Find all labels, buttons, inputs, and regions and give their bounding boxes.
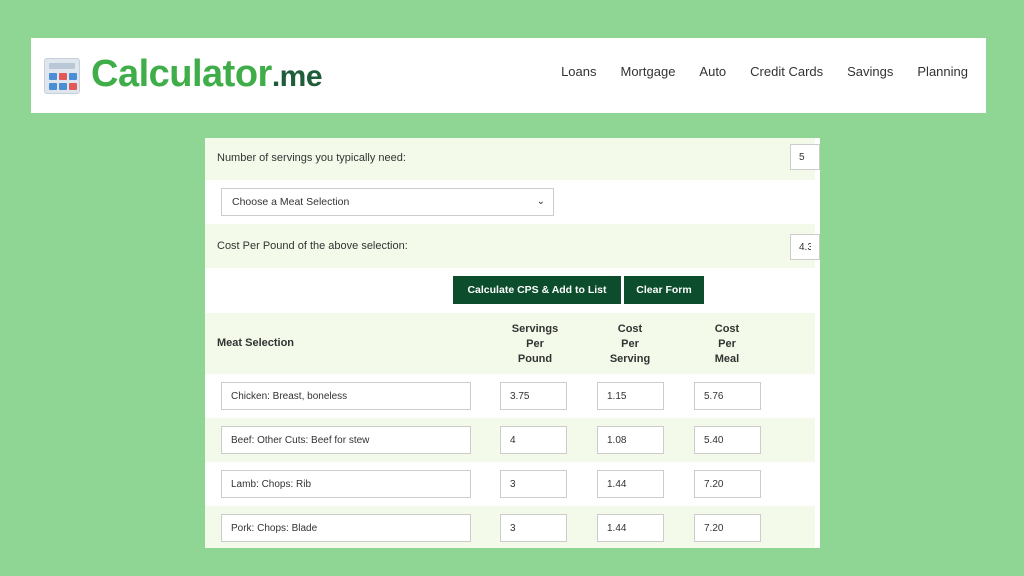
nav-auto[interactable]: Auto (699, 64, 726, 79)
servings-per-pound-cell[interactable] (500, 470, 567, 498)
table-row (205, 506, 815, 548)
cost-per-meal-cell[interactable] (694, 382, 761, 410)
cost-per-meal-cell[interactable] (694, 514, 761, 542)
nav-planning[interactable]: Planning (917, 64, 968, 79)
cost-per-pound-row: Cost Per Pound of the above selection: (205, 224, 820, 268)
clear-form-button[interactable]: Clear Form (624, 276, 704, 304)
action-buttons-row: Calculate CPS & Add to List Clear Form (205, 268, 815, 313)
nav-mortgage[interactable]: Mortgage (621, 64, 676, 79)
site-logo[interactable]: Calculator.me (44, 53, 323, 97)
nav-credit-cards[interactable]: Credit Cards (750, 64, 823, 79)
calculator-icon (44, 57, 80, 94)
header-meat-selection: Meat Selection (217, 337, 295, 349)
cost-per-meal-cell[interactable] (694, 470, 761, 498)
cost-per-serving-cell[interactable] (597, 470, 664, 498)
chevron-down-icon: ⌄ (536, 196, 545, 207)
meat-cell[interactable] (221, 470, 471, 498)
table-header-row: Meat Selection Servings Per Pound Cost P… (205, 313, 815, 374)
servings-per-pound-cell[interactable] (500, 514, 567, 542)
cost-per-serving-cell[interactable] (597, 382, 664, 410)
meat-cell[interactable] (221, 382, 471, 410)
table-row (205, 462, 815, 506)
cost-per-pound-input[interactable] (790, 234, 820, 260)
cost-per-pound-label: Cost Per Pound of the above selection: (217, 240, 408, 252)
table-row (205, 374, 815, 418)
servings-per-pound-cell[interactable] (500, 426, 567, 454)
cost-per-meal-cell[interactable] (694, 426, 761, 454)
meat-selection-value: Choose a Meat Selection (232, 196, 350, 208)
logo-suffix-text: .me (271, 60, 323, 93)
meat-cell[interactable] (221, 514, 471, 542)
meat-selection-dropdown[interactable]: Choose a Meat Selection ⌄ (221, 188, 554, 216)
nav-loans[interactable]: Loans (561, 64, 596, 79)
cost-per-serving-cell[interactable] (597, 426, 664, 454)
header-cost-per-meal: Cost Per Meal (714, 323, 740, 365)
meat-select-row: Choose a Meat Selection ⌄ (205, 180, 815, 224)
nav-savings[interactable]: Savings (847, 64, 893, 79)
site-header: Calculator.me Loans Mortgage Auto Credit… (31, 38, 986, 113)
calculate-add-button[interactable]: Calculate CPS & Add to List (453, 276, 621, 304)
servings-per-pound-cell[interactable] (500, 382, 567, 410)
table-row (205, 418, 815, 462)
meat-cell[interactable] (221, 426, 471, 454)
logo-wordmark: Calculator.me (91, 53, 323, 97)
logo-main-text: Calculator (91, 53, 272, 95)
servings-input[interactable] (790, 144, 820, 170)
header-servings-per-pound: Servings Per Pound (511, 323, 559, 365)
header-cost-per-serving: Cost Per Serving (609, 323, 651, 365)
servings-label: Number of servings you typically need: (217, 152, 406, 164)
meat-cost-calculator: Number of servings you typically need: C… (205, 138, 820, 548)
cost-per-serving-cell[interactable] (597, 514, 664, 542)
servings-row: Number of servings you typically need: (205, 138, 820, 180)
main-nav: Loans Mortgage Auto Credit Cards Savings… (561, 64, 968, 79)
